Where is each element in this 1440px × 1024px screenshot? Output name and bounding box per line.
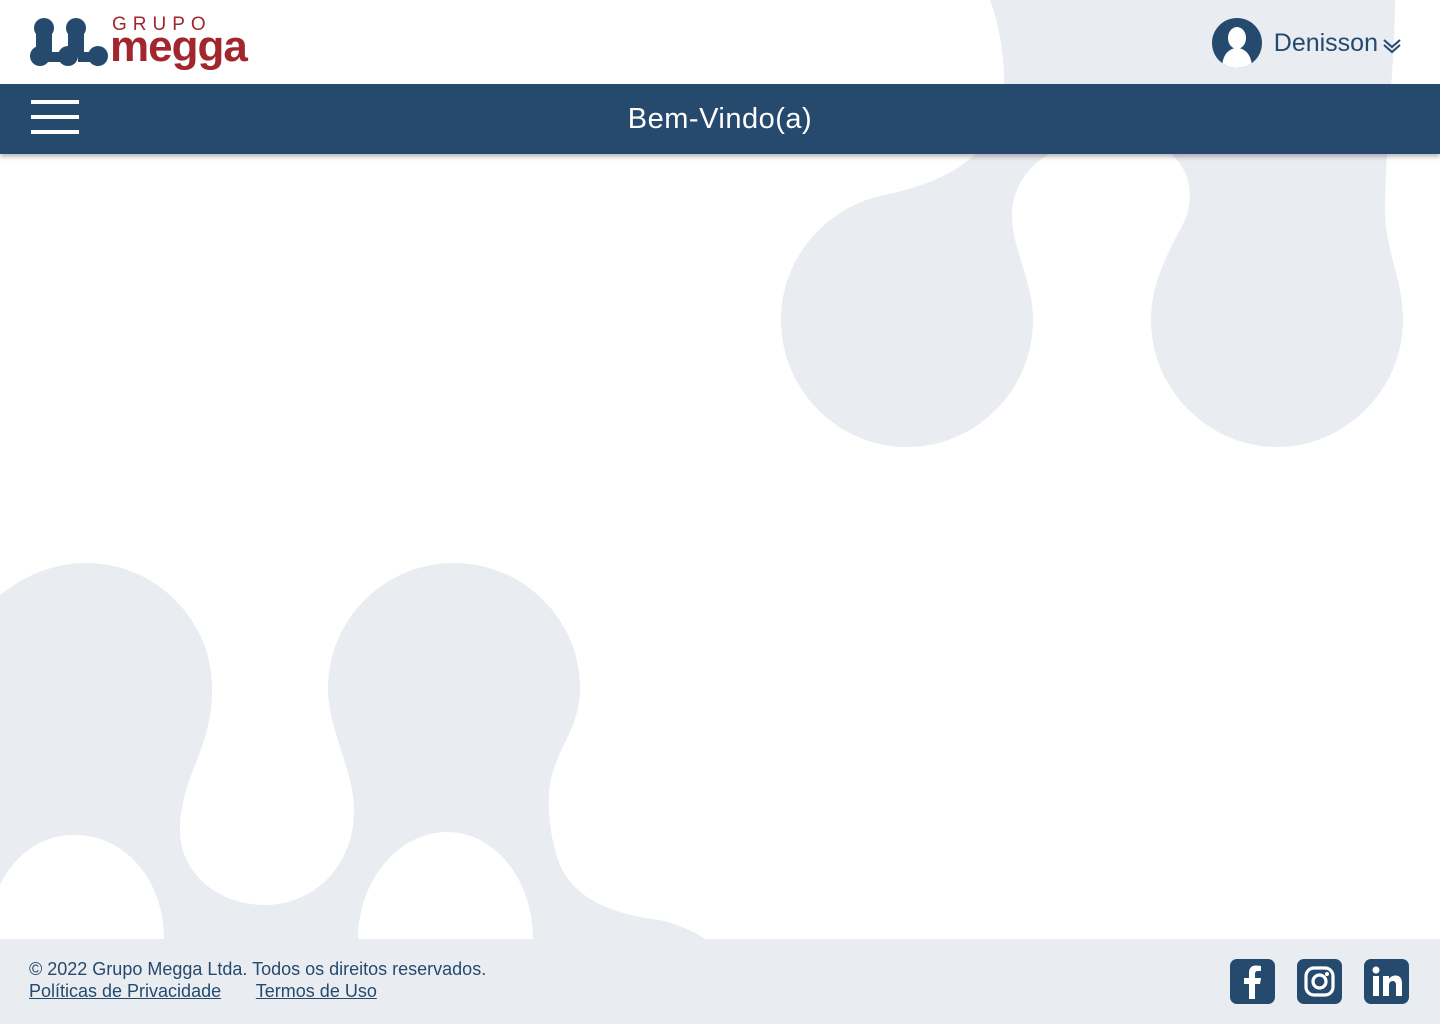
instagram-icon[interactable]	[1297, 959, 1342, 1004]
footer-links: Políticas de Privacidade Termos de Uso	[29, 981, 407, 1002]
facebook-icon[interactable]	[1230, 959, 1275, 1004]
page-title: Bem-Vindo(a)	[627, 103, 813, 135]
double-chevron-down-icon[interactable]	[1382, 37, 1402, 55]
grupo-megga-logo[interactable]: GRUPO megga	[28, 12, 258, 74]
user-name: Denisson	[1273, 28, 1378, 57]
social-links	[1230, 959, 1409, 1004]
user-menu[interactable]: Denisson	[1211, 18, 1402, 68]
user-silhouette-icon	[1211, 18, 1262, 68]
site-footer: © 2022 Grupo Megga Ltda. Todos os direit…	[0, 939, 1440, 1024]
site-header: GRUPO megga Denisson	[0, 0, 1440, 84]
terms-of-use-link[interactable]: Termos de Uso	[256, 981, 377, 1001]
top-navigation-bar: Bem-Vindo(a)	[0, 84, 1440, 154]
logo-mark-icon	[30, 18, 108, 66]
privacy-policy-link[interactable]: Políticas de Privacidade	[29, 981, 221, 1001]
linkedin-icon[interactable]	[1364, 959, 1409, 1004]
logo-megga-text: megga	[110, 22, 248, 71]
copyright-text: © 2022 Grupo Megga Ltda. Todos os direit…	[29, 959, 487, 979]
